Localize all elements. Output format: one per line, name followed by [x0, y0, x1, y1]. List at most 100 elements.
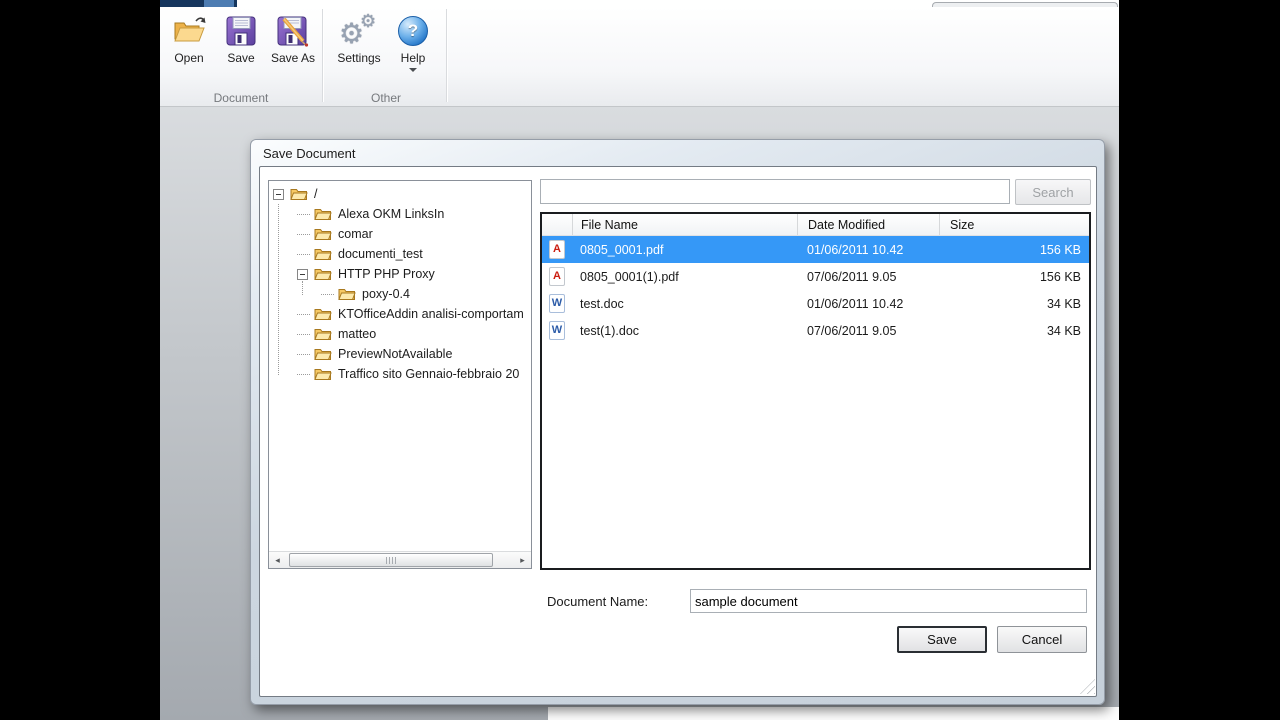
- file-size: 34 KB: [939, 317, 1089, 344]
- tree-connector: [297, 254, 310, 255]
- tree-item[interactable]: comar: [269, 224, 531, 244]
- tree-item-label: PreviewNotAvailable: [338, 347, 452, 361]
- tree-item[interactable]: PreviewNotAvailable: [269, 344, 531, 364]
- file-name: 0805_0001.pdf: [572, 236, 797, 263]
- folder-tree[interactable]: / Alexa OKM LinksIn comar documenti_test: [268, 180, 532, 569]
- document-name-input[interactable]: [690, 589, 1087, 613]
- tree-connector: [297, 314, 310, 315]
- tree-item-label: poxy-0.4: [362, 287, 410, 301]
- tree-item-label: Alexa OKM LinksIn: [338, 207, 444, 221]
- file-row[interactable]: A 0805_0001(1).pdf 07/06/2011 9.05 156 K…: [542, 263, 1089, 290]
- file-date-modified: 07/06/2011 9.05: [797, 317, 939, 344]
- ribbon-group-other: Other: [326, 91, 446, 105]
- help-button[interactable]: ? Help: [391, 10, 435, 72]
- tree-item[interactable]: HTTP PHP Proxy: [269, 264, 531, 284]
- folder-icon: [314, 247, 332, 261]
- file-date-modified: 01/06/2011 10.42: [797, 236, 939, 263]
- save-as-floppy-pencil-icon: [276, 10, 310, 52]
- file-name: 0805_0001(1).pdf: [572, 263, 797, 290]
- ribbon-group-separator: [446, 9, 447, 102]
- tree-item[interactable]: poxy-0.4: [269, 284, 531, 304]
- doc-file-icon: W: [549, 321, 565, 340]
- scrollbar-thumb[interactable]: [289, 553, 493, 567]
- folder-icon: [314, 367, 332, 381]
- tree-collapse-icon[interactable]: [273, 189, 284, 200]
- file-name: test(1).doc: [572, 317, 797, 344]
- tree-connector: [297, 234, 310, 235]
- tree-item[interactable]: matteo: [269, 324, 531, 344]
- help-question-icon: ?: [398, 10, 428, 52]
- ribbon: Open Save: [160, 7, 1119, 107]
- file-row[interactable]: W test(1).doc 07/06/2011 9.05 34 KB: [542, 317, 1089, 344]
- file-date-modified: 07/06/2011 9.05: [797, 263, 939, 290]
- save-as-button[interactable]: Save As: [270, 10, 316, 66]
- file-size: 156 KB: [939, 236, 1089, 263]
- tree-connector: [297, 374, 310, 375]
- resize-grip[interactable]: [1080, 679, 1095, 694]
- background-document-area: [548, 707, 1119, 720]
- tree-collapse-icon[interactable]: [297, 269, 308, 280]
- folder-icon: [314, 267, 332, 281]
- save-ribbon-button[interactable]: Save: [219, 10, 263, 66]
- search-button[interactable]: Search: [1015, 179, 1091, 205]
- column-header-icon[interactable]: [542, 214, 572, 235]
- tree-item[interactable]: /: [269, 184, 531, 204]
- tree-item[interactable]: Traffico sito Gennaio-febbraio 20: [269, 364, 531, 384]
- folder-icon: [314, 347, 332, 361]
- settings-button-label: Settings: [337, 52, 380, 66]
- open-button-label: Open: [174, 52, 203, 66]
- save-document-dialog[interactable]: Save Document / Alexa OKM LinksIn: [250, 139, 1105, 705]
- file-list[interactable]: File Name Date Modified Size A 0805_0001…: [540, 212, 1091, 570]
- ribbon-group-document: Document: [160, 91, 322, 105]
- file-row[interactable]: A 0805_0001.pdf 01/06/2011 10.42 156 KB: [542, 236, 1089, 263]
- save-button[interactable]: Save: [897, 626, 987, 653]
- file-row[interactable]: W test.doc 01/06/2011 10.42 34 KB: [542, 290, 1089, 317]
- document-name-label: Document Name:: [547, 594, 648, 609]
- tree-item[interactable]: KTOfficeAddin analisi-comportam: [269, 304, 531, 324]
- column-header-date-modified[interactable]: Date Modified: [797, 214, 939, 235]
- tree-item-label: comar: [338, 227, 373, 241]
- tree-item-label: KTOfficeAddin analisi-comportam: [338, 307, 524, 321]
- scroll-right-icon[interactable]: [515, 553, 530, 568]
- file-date-modified: 01/06/2011 10.42: [797, 290, 939, 317]
- folder-icon: [290, 187, 308, 201]
- dialog-title: Save Document: [263, 146, 356, 161]
- help-dropdown-arrow-icon[interactable]: [409, 68, 417, 72]
- tree-connector: [321, 294, 334, 295]
- active-tab-highlight: [204, 0, 234, 7]
- pdf-file-icon: A: [549, 240, 565, 259]
- tree-item[interactable]: documenti_test: [269, 244, 531, 264]
- tree-item-label: documenti_test: [338, 247, 423, 261]
- tree-item[interactable]: Alexa OKM LinksIn: [269, 204, 531, 224]
- screen: Open Save: [0, 0, 1280, 720]
- file-size: 156 KB: [939, 263, 1089, 290]
- column-header-size[interactable]: Size: [939, 214, 1089, 235]
- tree-item-label: matteo: [338, 327, 376, 341]
- tree-connector: [297, 354, 310, 355]
- file-name: test.doc: [572, 290, 797, 317]
- help-button-label: Help: [401, 52, 426, 66]
- folder-icon: [314, 227, 332, 241]
- file-list-header: File Name Date Modified Size: [542, 214, 1089, 236]
- column-header-file-name[interactable]: File Name: [572, 214, 797, 235]
- settings-button[interactable]: ⚙⚙ Settings: [328, 10, 390, 66]
- save-ribbon-button-label: Save: [227, 52, 254, 66]
- settings-gears-icon: ⚙⚙: [339, 10, 379, 52]
- search-input[interactable]: [540, 179, 1010, 204]
- folder-icon: [314, 307, 332, 321]
- pdf-file-icon: A: [549, 267, 565, 286]
- tree-item-label: Traffico sito Gennaio-febbraio 20: [338, 367, 519, 381]
- tree-item-label: HTTP PHP Proxy: [338, 267, 435, 281]
- file-size: 34 KB: [939, 290, 1089, 317]
- doc-file-icon: W: [549, 294, 565, 313]
- scroll-left-icon[interactable]: [270, 553, 285, 568]
- save-floppy-icon: [225, 10, 257, 52]
- ribbon-group-separator: [322, 9, 323, 102]
- open-button[interactable]: Open: [164, 10, 214, 66]
- open-folder-icon: [171, 10, 207, 52]
- folder-icon: [338, 287, 356, 301]
- tree-horizontal-scrollbar[interactable]: [269, 551, 531, 568]
- folder-icon: [314, 207, 332, 221]
- cancel-button[interactable]: Cancel: [997, 626, 1087, 653]
- scrollbar-grip: [386, 557, 397, 564]
